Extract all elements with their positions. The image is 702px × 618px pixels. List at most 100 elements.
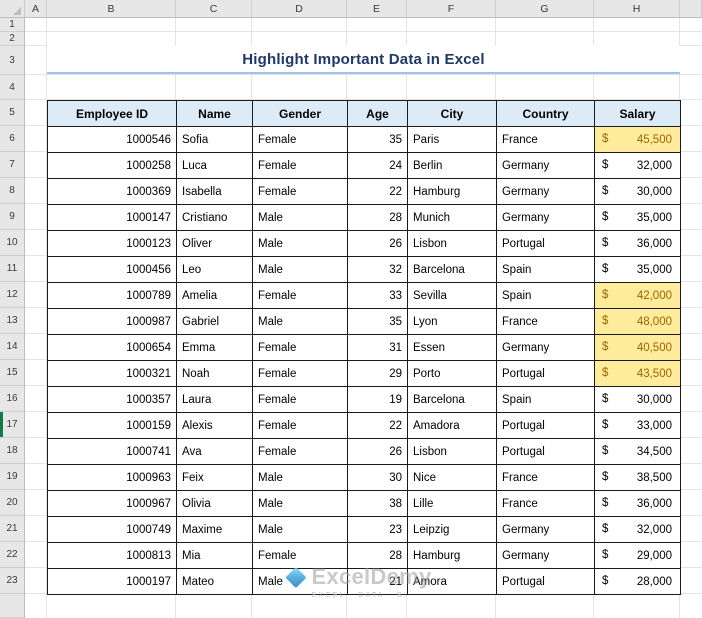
cell-gender[interactable]: Female [252,126,348,153]
sheet-title[interactable]: Highlight Important Data in Excel [47,45,680,74]
cell-city[interactable]: Essen [407,334,497,361]
cell-employee-id[interactable]: 1000123 [47,230,177,257]
cell-city[interactable]: Hamburg [407,178,497,205]
cell-age[interactable]: 35 [347,126,408,153]
cell-age[interactable]: 28 [347,204,408,231]
row-header-4[interactable]: 4 [0,75,24,100]
cell-salary[interactable]: $ 29,000 [594,542,681,569]
cell-name[interactable]: Amelia [176,282,253,309]
cell-age[interactable]: 23 [347,516,408,543]
cell-city[interactable]: Lille [407,490,497,517]
cell-salary[interactable]: $ 32,000 [594,516,681,543]
cell-salary[interactable]: $ 42,000 [594,282,681,309]
cell-gender[interactable]: Male [252,516,348,543]
row-header-17[interactable]: 17 [0,412,24,438]
cell-country[interactable]: Germany [496,334,595,361]
cell-age[interactable]: 31 [347,334,408,361]
cell-gender[interactable]: Male [252,204,348,231]
row-header-22[interactable]: 22 [0,542,24,568]
row-header-21[interactable]: 21 [0,516,24,542]
row-header-1[interactable]: 1 [0,18,24,32]
cell-city[interactable]: Paris [407,126,497,153]
column-header-E[interactable]: E [347,0,407,17]
cell-city[interactable]: Barcelona [407,386,497,413]
cell-city[interactable]: Lyon [407,308,497,335]
cell-age[interactable]: 38 [347,490,408,517]
row-header-19[interactable]: 19 [0,464,24,490]
cell-gender[interactable]: Female [252,360,348,387]
cell-age[interactable]: 19 [347,386,408,413]
cell-name[interactable]: Maxime [176,516,253,543]
cell-name[interactable]: Cristiano [176,204,253,231]
cell-city[interactable]: Leipzig [407,516,497,543]
cell-country[interactable]: Spain [496,386,595,413]
cell-employee-id[interactable]: 1000369 [47,178,177,205]
row-header-9[interactable]: 9 [0,204,24,230]
cell-country[interactable]: Germany [496,542,595,569]
cell-gender[interactable]: Female [252,542,348,569]
column-header-C[interactable]: C [176,0,252,17]
row-header-8[interactable]: 8 [0,178,24,204]
cell-age[interactable]: 33 [347,282,408,309]
cell-age[interactable]: 21 [347,568,408,595]
cell-name[interactable]: Feix [176,464,253,491]
row-header-2[interactable]: 2 [0,32,24,46]
cell-employee-id[interactable]: 1000197 [47,568,177,595]
cell-employee-id[interactable]: 1000813 [47,542,177,569]
cell-city[interactable]: Hamburg [407,542,497,569]
header-name[interactable]: Name [176,100,253,127]
row-header-12[interactable]: 12 [0,282,24,308]
row-header-5[interactable]: 5 [0,100,24,126]
cell-name[interactable]: Luca [176,152,253,179]
column-header-B[interactable]: B [47,0,176,17]
cell-name[interactable]: Isabella [176,178,253,205]
column-header-D[interactable]: D [252,0,347,17]
header-city[interactable]: City [407,100,497,127]
cell-employee-id[interactable]: 1000147 [47,204,177,231]
cell-salary[interactable]: $ 35,000 [594,256,681,283]
cell-country[interactable]: Portugal [496,412,595,439]
column-header-partial[interactable] [680,0,702,17]
cell-employee-id[interactable]: 1000654 [47,334,177,361]
cell-name[interactable]: Alexis [176,412,253,439]
cell-salary[interactable]: $ 38,500 [594,464,681,491]
cell-country[interactable]: Portugal [496,360,595,387]
cell-city[interactable]: Amora [407,568,497,595]
cell-name[interactable]: Mia [176,542,253,569]
cell-city[interactable]: Nice [407,464,497,491]
row-header-11[interactable]: 11 [0,256,24,282]
column-header-A[interactable]: A [25,0,47,17]
cell-employee-id[interactable]: 1000749 [47,516,177,543]
header-age[interactable]: Age [347,100,408,127]
cell-age[interactable]: 22 [347,178,408,205]
cell-city[interactable]: Berlin [407,152,497,179]
cell-gender[interactable]: Male [252,464,348,491]
cell-name[interactable]: Noah [176,360,253,387]
cell-employee-id[interactable]: 1000741 [47,438,177,465]
row-header-23[interactable]: 23 [0,568,24,594]
cell-gender[interactable]: Male [252,308,348,335]
cell-country[interactable]: Germany [496,152,595,179]
cell-salary[interactable]: $ 40,500 [594,334,681,361]
cell-age[interactable]: 26 [347,438,408,465]
cell-age[interactable]: 28 [347,542,408,569]
row-header-6[interactable]: 6 [0,126,24,152]
header-salary[interactable]: Salary [594,100,681,127]
cell-city[interactable]: Lisbon [407,230,497,257]
cell-country[interactable]: Germany [496,516,595,543]
cell-employee-id[interactable]: 1000987 [47,308,177,335]
header-country[interactable]: Country [496,100,595,127]
cell-country[interactable]: Spain [496,282,595,309]
cell-name[interactable]: Ava [176,438,253,465]
cell-age[interactable]: 35 [347,308,408,335]
cell-country[interactable]: Germany [496,204,595,231]
cell-name[interactable]: Laura [176,386,253,413]
cell-employee-id[interactable]: 1000321 [47,360,177,387]
cell-city[interactable]: Barcelona [407,256,497,283]
cell-gender[interactable]: Female [252,282,348,309]
cell-salary[interactable]: $ 36,000 [594,230,681,257]
row-header-20[interactable]: 20 [0,490,24,516]
cell-gender[interactable]: Male [252,230,348,257]
row-header-15[interactable]: 15 [0,360,24,386]
cell-salary[interactable]: $ 32,000 [594,152,681,179]
